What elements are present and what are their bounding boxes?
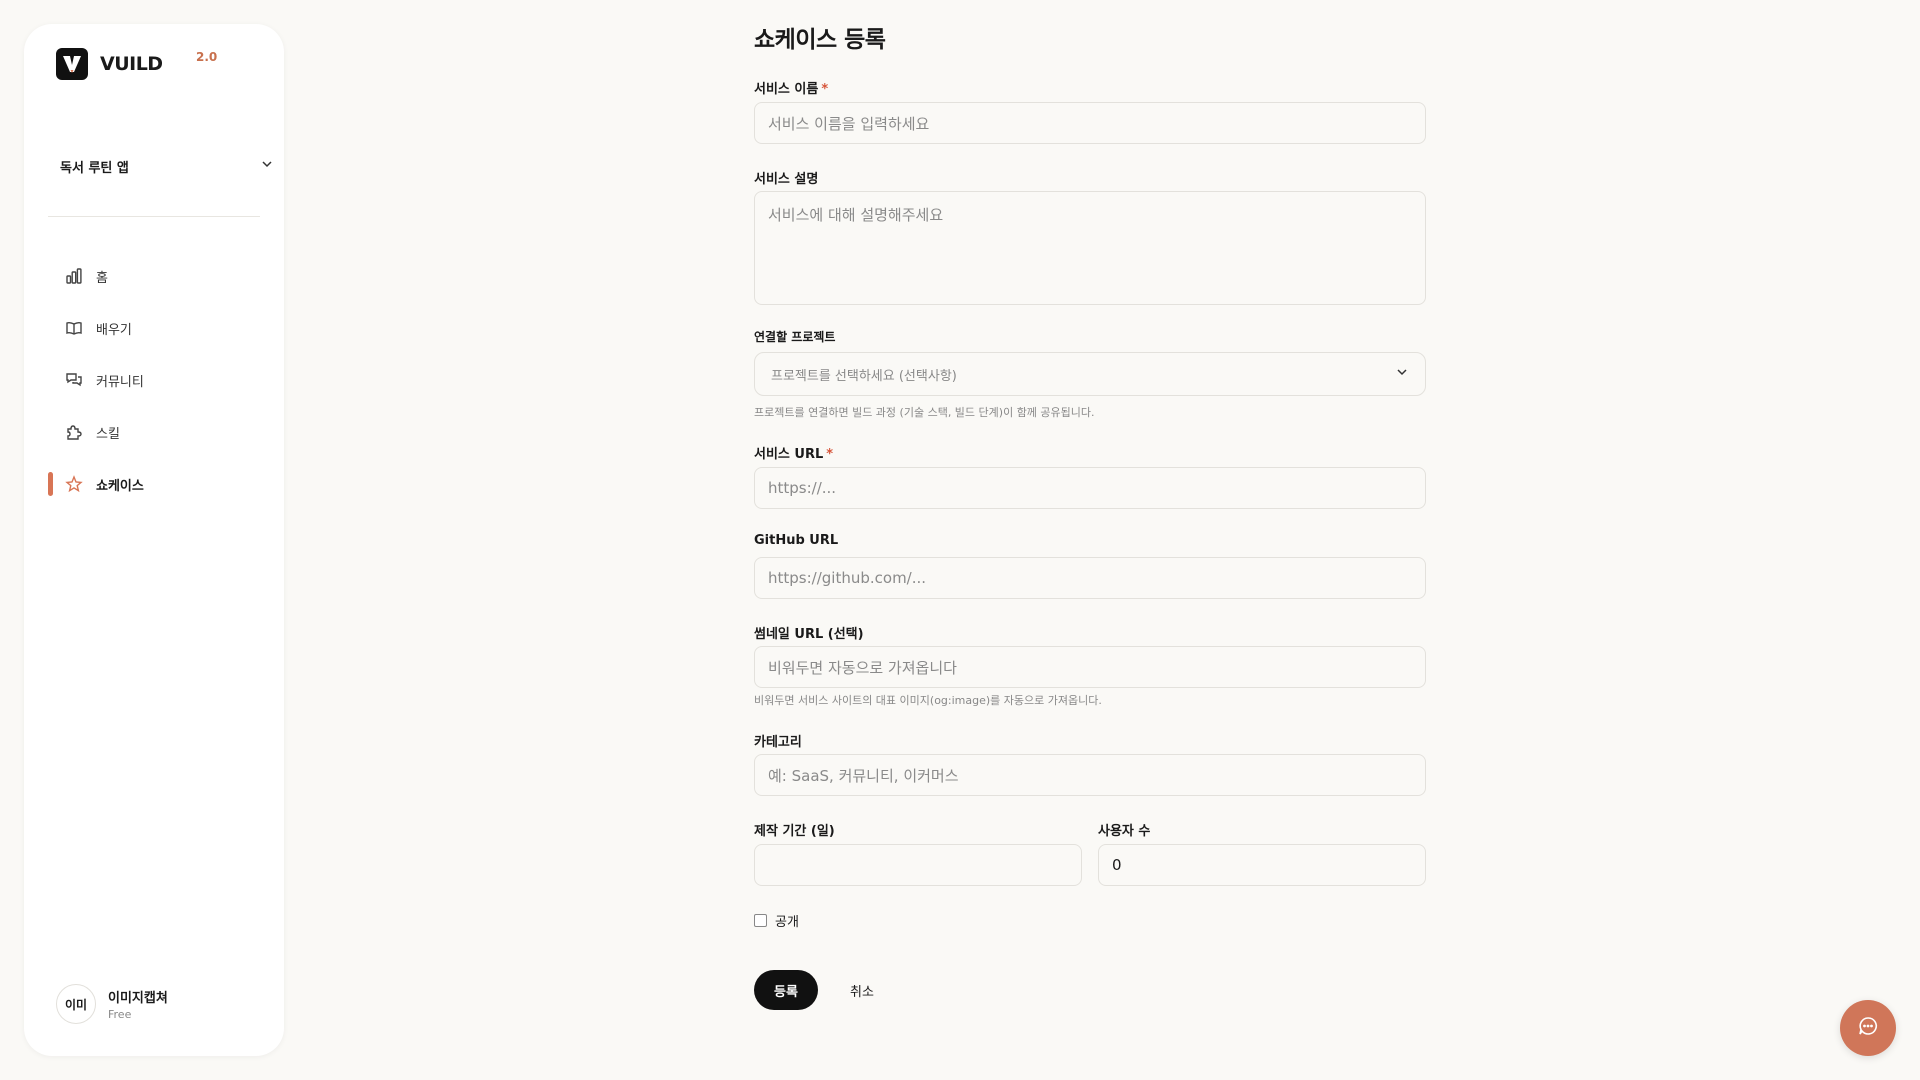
sidebar-nav: 홈 배우기 커뮤니티 스킬 쇼케이스 xyxy=(24,250,284,510)
github-url-label: GitHub URL xyxy=(754,533,839,548)
project-select[interactable]: 프로젝트를 선택하세요 (선택사항) xyxy=(754,352,1426,396)
github-url-placeholder: https://github.com/... xyxy=(768,569,927,587)
service-url-placeholder: https://... xyxy=(768,479,837,497)
brand-version: 2.0 xyxy=(196,50,218,64)
thumbnail-url-input[interactable]: 비워두면 자동으로 가져옵니다 xyxy=(754,646,1426,688)
sidebar-item-community[interactable]: 커뮤니티 xyxy=(24,354,284,406)
sidebar-item-showcase[interactable]: 쇼케이스 xyxy=(24,458,284,510)
public-toggle[interactable]: 공개 xyxy=(754,911,799,930)
project-label: 연결할 프로젝트 xyxy=(754,330,836,344)
duration-input[interactable] xyxy=(754,844,1082,886)
service-desc-placeholder: 서비스에 대해 설명해주세요 xyxy=(768,206,944,224)
duration-label: 제작 기간 (일) xyxy=(754,824,835,839)
service-desc-textarea[interactable]: 서비스에 대해 설명해주세요 xyxy=(754,191,1426,305)
chevron-down-icon xyxy=(1395,365,1409,383)
chat-icon xyxy=(1857,1015,1879,1041)
sidebar-item-skills[interactable]: 스킬 xyxy=(24,406,284,458)
sidebar: VUILD 2.0 독서 루틴 앱 홈 배우기 커뮤니티 스킬 쇼케이스 이미 … xyxy=(24,24,284,1056)
bar-chart-icon xyxy=(64,266,84,286)
star-icon xyxy=(64,474,84,494)
chevron-down-icon xyxy=(260,157,274,175)
sidebar-item-label: 홈 xyxy=(96,270,108,286)
sidebar-item-home[interactable]: 홈 xyxy=(24,250,284,302)
service-url-label: 서비스 URL * xyxy=(754,443,833,462)
user-name: 이미지캡쳐 xyxy=(108,991,168,1006)
project-select-placeholder: 프로젝트를 선택하세요 (선택사항) xyxy=(771,368,957,384)
users-label: 사용자 수 xyxy=(1098,824,1151,839)
sidebar-item-label: 스킬 xyxy=(96,426,120,442)
sidebar-divider xyxy=(48,216,260,217)
user-profile[interactable]: 이미 이미지캡쳐 Free xyxy=(56,984,168,1024)
service-name-label-text: 서비스 이름 xyxy=(754,82,819,97)
submit-button[interactable]: 등록 xyxy=(754,970,818,1010)
service-url-label-text: 서비스 URL xyxy=(754,447,824,462)
public-checkbox[interactable] xyxy=(754,914,767,927)
cancel-button[interactable]: 취소 xyxy=(834,970,890,1010)
vuild-logo-icon xyxy=(56,48,88,80)
chat-bubbles-icon xyxy=(64,370,84,390)
avatar: 이미 xyxy=(56,984,96,1024)
required-mark: * xyxy=(821,82,829,97)
project-selector[interactable]: 독서 루틴 앱 xyxy=(60,152,274,180)
page-title: 쇼케이스 등록 xyxy=(754,27,886,53)
sidebar-item-label: 배우기 xyxy=(96,322,132,338)
thumbnail-url-label: 썸네일 URL (선택) xyxy=(754,627,864,642)
chat-button[interactable] xyxy=(1840,1000,1896,1056)
service-desc-label: 서비스 설명 xyxy=(754,172,819,187)
category-placeholder: 예: SaaS, 커뮤니티, 이커머스 xyxy=(768,766,959,785)
user-plan: Free xyxy=(108,1008,132,1021)
brand[interactable]: VUILD 2.0 xyxy=(56,48,217,80)
project-helper: 프로젝트를 연결하면 빌드 과정 (기술 스택, 빌드 단계)이 함께 공유됩니… xyxy=(754,406,1095,419)
github-url-input[interactable]: https://github.com/... xyxy=(754,557,1426,599)
puzzle-icon xyxy=(64,422,84,442)
service-name-placeholder: 서비스 이름을 입력하세요 xyxy=(768,114,930,133)
user-meta: 이미지캡쳐 Free xyxy=(108,987,168,1021)
category-label: 카테고리 xyxy=(754,735,802,750)
required-mark: * xyxy=(826,447,834,462)
public-label: 공개 xyxy=(775,915,799,930)
thumbnail-helper: 비워두면 서비스 사이트의 대표 이미지(og:image)를 자동으로 가져옵… xyxy=(754,694,1102,707)
sidebar-item-label: 쇼케이스 xyxy=(96,478,144,494)
users-input[interactable]: 0 xyxy=(1098,844,1426,886)
brand-name: VUILD xyxy=(100,53,163,75)
book-icon xyxy=(64,318,84,338)
thumbnail-url-placeholder: 비워두면 자동으로 가져옵니다 xyxy=(768,658,957,677)
service-name-input[interactable]: 서비스 이름을 입력하세요 xyxy=(754,102,1426,144)
users-value: 0 xyxy=(1112,856,1122,874)
sidebar-item-learn[interactable]: 배우기 xyxy=(24,302,284,354)
service-name-label: 서비스 이름 * xyxy=(754,78,828,97)
sidebar-item-label: 커뮤니티 xyxy=(96,374,144,390)
service-url-input[interactable]: https://... xyxy=(754,467,1426,509)
category-input[interactable]: 예: SaaS, 커뮤니티, 이커머스 xyxy=(754,754,1426,796)
project-selector-label: 독서 루틴 앱 xyxy=(60,160,129,176)
